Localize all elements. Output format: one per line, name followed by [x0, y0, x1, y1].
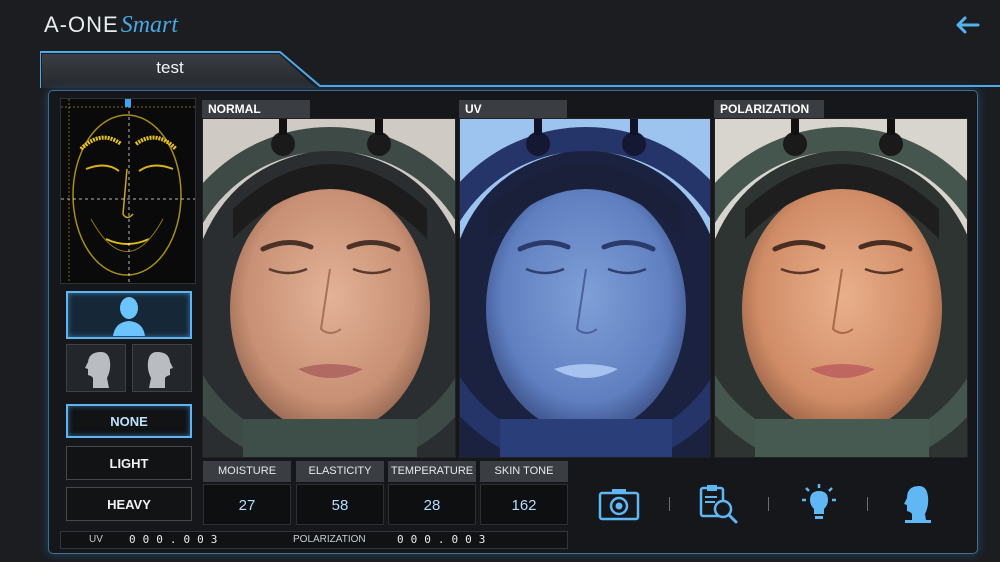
photo-uv[interactable]	[459, 118, 711, 458]
metric-label-temperature: TEMPERATURE	[388, 461, 476, 482]
left-profile-icon	[85, 352, 111, 388]
metric-value-skin-tone: 162	[480, 484, 568, 525]
front-head-icon	[113, 297, 145, 336]
tool-separator	[669, 497, 670, 511]
app-logo: A-ONE Smart	[44, 12, 178, 42]
camera-icon	[598, 489, 640, 521]
status-bar: UV 000.003 POLARIZATION 000.003	[60, 531, 568, 549]
photo-normal[interactable]	[202, 118, 456, 458]
photo-polarization[interactable]	[714, 118, 968, 458]
session-title: test	[156, 58, 184, 77]
tool-separator	[867, 497, 868, 511]
profile-right-button[interactable]	[132, 344, 192, 392]
logo-script-text: Smart	[120, 12, 179, 38]
metric-value-moisture: 27	[203, 484, 291, 525]
photo-label-polarization: POLARIZATION	[714, 100, 824, 118]
logo-main-text: A-ONE	[44, 12, 119, 37]
metric-value-temperature: 28	[388, 484, 476, 525]
metric-label-elasticity: ELASTICITY	[296, 461, 384, 482]
profile-view-button[interactable]	[896, 483, 938, 525]
mode-light-button[interactable]: LIGHT	[66, 446, 192, 480]
profile-left-button[interactable]	[66, 344, 126, 392]
metric-label-moisture: MOISTURE	[203, 461, 291, 482]
polarization-counter-label: POLARIZATION	[293, 534, 366, 545]
mode-none-button[interactable]: NONE	[66, 404, 192, 438]
mode-heavy-button[interactable]: HEAVY	[66, 487, 192, 521]
back-button[interactable]	[952, 10, 982, 40]
uv-counter-label: UV	[89, 534, 103, 545]
arrow-left-icon	[956, 16, 980, 34]
photo-label-uv: UV	[459, 100, 567, 118]
head-profile-icon	[904, 486, 931, 523]
tool-separator	[768, 497, 769, 511]
light-button[interactable]	[798, 483, 840, 525]
photo-label-normal: NORMAL	[202, 100, 310, 118]
right-profile-icon	[147, 352, 173, 388]
analyze-button[interactable]	[697, 483, 739, 525]
uv-counter: 000.003	[129, 533, 225, 546]
profile-front-button[interactable]	[66, 291, 192, 339]
camera-button[interactable]	[598, 483, 640, 525]
bulb-icon	[802, 484, 836, 519]
clipboard-search-icon	[699, 485, 738, 524]
metric-label-skin-tone: SKIN TONE	[480, 461, 568, 482]
face-scan-view	[60, 98, 196, 284]
polarization-counter: 000.003	[397, 533, 493, 546]
metric-value-elasticity: 58	[296, 484, 384, 525]
